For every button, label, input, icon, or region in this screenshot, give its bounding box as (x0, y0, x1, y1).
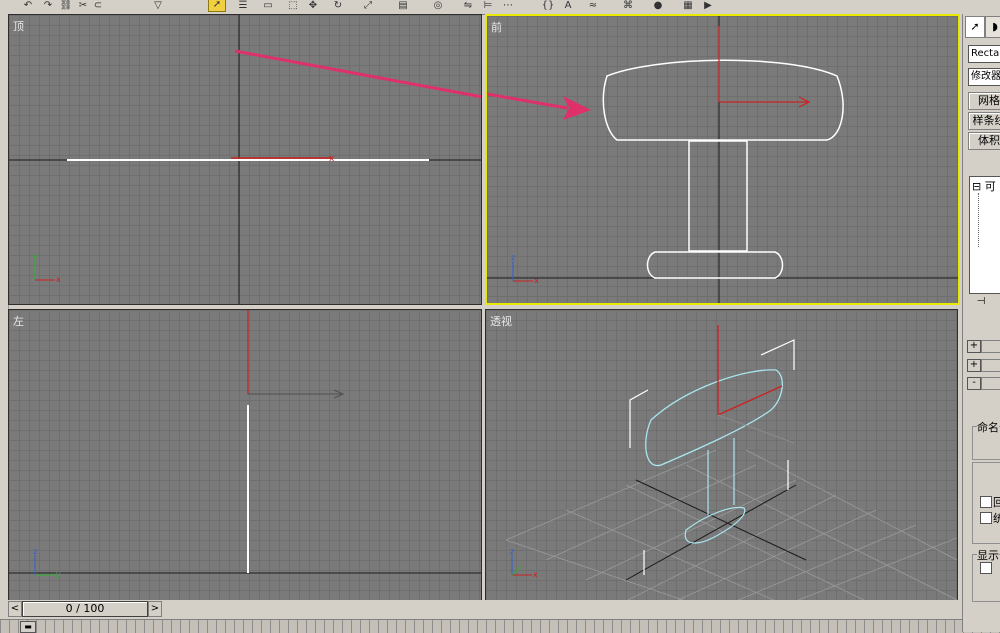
volume-button[interactable]: 体积 (968, 132, 1000, 150)
pin-stack-icon[interactable]: ⊣ (971, 296, 991, 310)
main-toolbar: ↶ ↷ ⛓ ✂ ⊂ ▽ ➚ ☰ ▭ ⬚ ✥ ↻ ⤢ ▤ ◎ ⇋ ⊨ ⋯ {} A ≈ ⌘ ● ▦ ▶ (0, 0, 960, 15)
annotation-arrow-shaft (234, 49, 481, 99)
chair-seat-outline (602, 59, 844, 141)
corner-x-letter: x (533, 570, 538, 579)
command-panel: ➚ ◗ Rectan 修改器 网格 样条线 体积 ⊟ 可 ⊣ + + - 命名 … (962, 14, 1000, 632)
viewport-left[interactable]: 左 z y (8, 309, 482, 602)
rollout-toggle-1[interactable]: + (967, 340, 981, 353)
stack-tree-line (978, 193, 980, 247)
home-grid-x-axis-line (635, 479, 807, 561)
track-bar[interactable]: ▬ (0, 619, 1000, 633)
quick-render-icon[interactable]: ▶ (700, 0, 716, 11)
corner-z-letter: z (510, 547, 514, 556)
viewport-top-canvas: x y x (9, 15, 481, 304)
move-icon[interactable]: ✥ (305, 0, 321, 11)
viewport-top[interactable]: 顶 x y x (8, 14, 482, 305)
gizmo-x-letter: x (329, 154, 335, 164)
material-icon[interactable]: ● (650, 0, 666, 11)
modifier-list-dropdown[interactable]: 修改器 (968, 68, 1000, 86)
rollout-toggle-3[interactable]: - (967, 377, 981, 390)
spelling-icon[interactable]: A (560, 0, 576, 11)
checkbox-3[interactable] (980, 562, 992, 574)
viewport-front-canvas: z x (487, 16, 958, 303)
viewport-perspective[interactable]: 透视 z x (485, 309, 958, 602)
corner-y-letter: y (33, 252, 38, 261)
checkbox-1-label: 回 (993, 494, 1000, 510)
checkbox-2[interactable] (980, 512, 992, 524)
named-sets-icon[interactable]: {} (540, 0, 556, 11)
mesh-button[interactable]: 网格 (968, 92, 1000, 110)
select-object-icon[interactable]: ➚ (208, 0, 226, 12)
checkbox-1[interactable] (980, 496, 992, 508)
window-crossing-icon[interactable]: ⬚ (285, 0, 301, 11)
gizmo-x-axis (717, 385, 783, 416)
schematic-icon[interactable]: ⌘ (620, 0, 636, 11)
time-slider[interactable]: 0 / 100 (22, 601, 148, 617)
create-tab[interactable]: ➚ (965, 16, 985, 38)
spline-button[interactable]: 样条线 (968, 112, 1000, 130)
rollout-bar-2[interactable] (981, 359, 1000, 372)
pivot-icon[interactable]: ◎ (430, 0, 446, 11)
time-slider-bar: < 0 / 100 > (8, 600, 960, 618)
corner-y-letter: y (56, 570, 61, 579)
object-name-field[interactable]: Rectan (968, 45, 1000, 63)
named-selection-label: 命名 (977, 419, 999, 435)
rollout-bar-3[interactable] (981, 377, 1000, 390)
chair-stem-rectangle (688, 140, 748, 252)
corner-x-letter: x (56, 275, 61, 284)
modifier-stack[interactable]: ⊟ 可 (969, 176, 1000, 294)
home-grid-y-axis-line (625, 484, 797, 581)
viewport-perspective-canvas: z x (505, 325, 957, 601)
select-filter-icon[interactable]: ▽ (150, 0, 166, 11)
scale-icon[interactable]: ⤢ (360, 0, 376, 11)
viewport-left-canvas: z y (9, 310, 481, 579)
corner-z-letter: z (33, 547, 37, 556)
mirror-icon[interactable]: ⇋ (460, 0, 476, 11)
annotation-arrow-head (563, 96, 591, 120)
link-icon[interactable]: ⛓ (58, 0, 74, 11)
render-icon[interactable]: ▦ (680, 0, 696, 11)
bbox-bracket (760, 339, 795, 370)
redo-icon[interactable]: ↷ (40, 0, 56, 11)
undo-icon[interactable]: ↶ (20, 0, 36, 11)
rollout-toggle-2[interactable]: + (967, 359, 981, 372)
perspective-floor-grid (505, 449, 957, 601)
stack-item[interactable]: ⊟ 可 (972, 178, 996, 194)
reference-coord-icon[interactable]: ▤ (395, 0, 411, 11)
viewport-front[interactable]: 前 z x (485, 14, 960, 305)
modify-tab[interactable]: ◗ (985, 16, 1000, 38)
corner-z-letter: z (511, 253, 515, 262)
display-group-label: 显示 (977, 547, 999, 563)
chair-base-outline (646, 251, 784, 279)
annotation-arrow-shaft-end (487, 92, 568, 110)
time-next-button[interactable]: > (148, 601, 162, 617)
corner-x-letter: x (534, 276, 539, 285)
rollout-bar-1[interactable] (981, 340, 1000, 353)
select-region-icon[interactable]: ▭ (260, 0, 276, 11)
rotate-icon[interactable]: ↻ (330, 0, 346, 11)
curve-editor-icon[interactable]: ≈ (585, 0, 601, 11)
checkbox-2-label: 统 (993, 510, 1000, 526)
bind-icon[interactable]: ⊂ (90, 0, 106, 11)
spacing-icon[interactable]: ⋯ (500, 0, 516, 11)
corner-y-axis (511, 565, 523, 576)
align-icon[interactable]: ⊨ (480, 0, 496, 11)
time-prev-button[interactable]: < (8, 601, 22, 617)
select-name-icon[interactable]: ☰ (235, 0, 251, 11)
unlink-icon[interactable]: ✂ (75, 0, 91, 11)
curve-editor-mini-icon[interactable]: ▬ (20, 621, 36, 633)
